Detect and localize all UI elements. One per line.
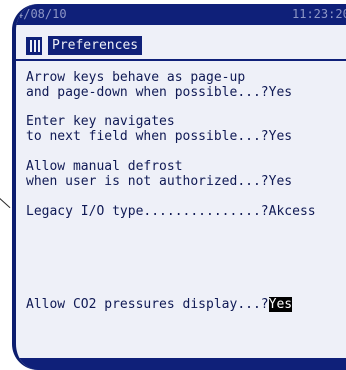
terminal-screen: 4/08/10 11:23:20 Preferences Arrow keys … bbox=[12, 4, 346, 370]
setting-label-line1: Arrow keys behave as page-up bbox=[26, 70, 246, 85]
status-time: 11:23:20 bbox=[292, 7, 346, 21]
setting-value-selected[interactable]: Yes bbox=[268, 297, 293, 312]
bezel-edge-line bbox=[0, 198, 11, 209]
setting-label-line1: Enter key navigates bbox=[26, 114, 175, 129]
setting-legacy-io[interactable]: Legacy I/O type...............?Akcess bbox=[26, 204, 316, 219]
page-title: Preferences bbox=[48, 36, 143, 55]
menu-list-icon bbox=[26, 37, 42, 55]
setting-value[interactable]: Yes bbox=[269, 85, 292, 100]
setting-label-line1: Legacy I/O type...............? bbox=[26, 204, 269, 219]
setting-co2-display[interactable]: Allow CO2 pressures display...?Yes bbox=[26, 297, 293, 312]
setting-value[interactable]: Yes bbox=[269, 174, 292, 189]
setting-label-line1: Allow manual defrost bbox=[26, 159, 183, 174]
status-date: 4/08/10 bbox=[16, 7, 67, 21]
setting-label-line2: to next field when possible...? bbox=[26, 129, 269, 144]
setting-value[interactable]: Akcess bbox=[269, 204, 316, 219]
bottom-bar bbox=[16, 358, 346, 370]
setting-enter-key[interactable]: Enter key navigates to next field when p… bbox=[26, 114, 292, 144]
setting-label-line2: and page-down when possible...? bbox=[26, 85, 269, 100]
setting-label-line2: when user is not authorized...? bbox=[26, 174, 269, 189]
setting-value[interactable]: Yes bbox=[269, 129, 292, 144]
setting-label-line1: Allow CO2 pressures display...? bbox=[26, 297, 269, 312]
setting-arrow-keys[interactable]: Arrow keys behave as page-up and page-do… bbox=[26, 70, 292, 100]
status-bar: 4/08/10 11:23:20 bbox=[16, 4, 346, 25]
title-divider bbox=[16, 59, 346, 61]
setting-manual-defrost[interactable]: Allow manual defrost when user is not au… bbox=[26, 159, 292, 189]
